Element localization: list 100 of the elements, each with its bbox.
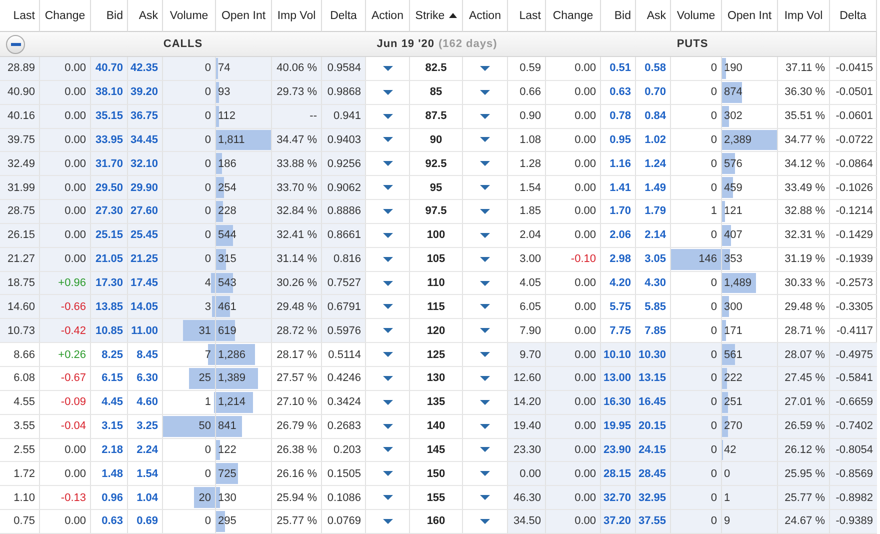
volume-value: 31 <box>198 324 211 337</box>
table-cell: 0.8661 <box>322 224 366 248</box>
open-interest-value: 302 <box>724 110 742 122</box>
volume-value: 0 <box>204 134 211 146</box>
column-header[interactable]: Change <box>546 0 601 32</box>
table-cell: 1.02 <box>636 128 671 152</box>
caret-icon[interactable] <box>382 66 392 71</box>
expiry-date[interactable]: Jun 19 '20 <box>376 38 434 50</box>
caret-icon[interactable] <box>480 376 490 381</box>
caret-icon[interactable] <box>382 518 392 524</box>
column-header[interactable]: Last <box>508 0 546 32</box>
table-cell: 32.95 <box>636 486 671 510</box>
table-cell: 29.48 % <box>272 295 322 320</box>
table-cell: 46.30 <box>508 486 546 510</box>
table-cell: 34.12 % <box>778 152 830 176</box>
caret-icon[interactable] <box>382 328 392 334</box>
caret-icon[interactable] <box>480 114 490 119</box>
caret-icon[interactable] <box>382 352 392 358</box>
caret-icon[interactable] <box>480 304 490 310</box>
table-cell: 31.14 % <box>272 248 322 272</box>
column-header[interactable]: Delta <box>830 0 877 32</box>
column-header[interactable]: Open Int <box>722 0 778 32</box>
strike-price: 85 <box>410 80 463 105</box>
caret-icon[interactable] <box>382 304 392 310</box>
open-interest-value: 2,389 <box>724 134 752 146</box>
caret-icon[interactable] <box>480 280 490 286</box>
caret-icon[interactable] <box>480 256 490 262</box>
caret-icon[interactable] <box>382 471 392 476</box>
column-header[interactable]: Volume <box>671 0 722 32</box>
caret-icon[interactable] <box>480 232 490 238</box>
column-header[interactable]: Bid <box>91 0 128 32</box>
table-cell: 4.20 <box>601 272 636 296</box>
column-header[interactable]: Ask <box>128 0 163 32</box>
table-cell: 31.19 % <box>778 248 830 272</box>
caret-icon[interactable] <box>480 137 490 142</box>
column-header[interactable]: Bid <box>601 0 636 32</box>
caret-icon[interactable] <box>382 376 392 381</box>
caret-icon[interactable] <box>480 424 490 429</box>
table-cell: 0.9584 <box>322 57 366 81</box>
collapse-button[interactable] <box>6 34 25 54</box>
table-cell: 28.07 % <box>778 343 830 367</box>
caret-icon[interactable] <box>382 90 392 95</box>
open-interest-value: 42 <box>724 444 736 456</box>
table-cell: 29.73 % <box>272 80 322 105</box>
table-cell: 0.00 <box>40 80 91 105</box>
caret-icon[interactable] <box>382 137 392 142</box>
caret-icon[interactable] <box>480 447 490 452</box>
table-cell: 0.816 <box>322 248 366 272</box>
column-header[interactable]: Delta <box>322 0 366 32</box>
table-cell: 39.20 <box>128 80 163 105</box>
table-cell: 25.94 % <box>272 486 322 510</box>
caret-icon[interactable] <box>382 495 392 500</box>
column-header[interactable]: Volume <box>163 0 216 32</box>
open-interest-value: 130 <box>218 492 236 504</box>
open-interest-value: 222 <box>724 372 742 384</box>
caret-icon[interactable] <box>382 400 392 405</box>
caret-icon[interactable] <box>382 232 392 238</box>
table-cell: 8.25 <box>91 343 128 367</box>
volume-value: 0 <box>710 229 717 242</box>
column-header[interactable]: Action <box>366 0 410 32</box>
caret-icon[interactable] <box>382 447 392 452</box>
table-cell: 40.70 <box>91 57 128 81</box>
table-cell: 0.9403 <box>322 128 366 152</box>
caret-icon[interactable] <box>480 495 490 500</box>
table-cell: -0.5841 <box>830 366 877 391</box>
caret-icon[interactable] <box>480 328 490 334</box>
table-cell: 0.5976 <box>322 319 366 344</box>
table-cell: 40.16 <box>0 104 40 129</box>
caret-icon[interactable] <box>480 66 490 71</box>
caret-icon[interactable] <box>382 424 392 429</box>
strike-price: 100 <box>410 224 463 248</box>
column-header[interactable]: Strike <box>415 10 445 22</box>
caret-icon[interactable] <box>480 185 490 190</box>
caret-icon[interactable] <box>382 161 392 166</box>
caret-icon[interactable] <box>382 280 392 286</box>
table-cell: 13.85 <box>91 295 128 320</box>
column-header[interactable]: Open Int <box>216 0 272 32</box>
caret-icon[interactable] <box>382 185 392 190</box>
caret-icon[interactable] <box>382 114 392 119</box>
column-header[interactable]: Action <box>463 0 508 32</box>
column-header[interactable]: Imp Vol <box>778 0 830 32</box>
caret-icon[interactable] <box>480 518 490 524</box>
table-cell: 25.15 <box>91 224 128 248</box>
column-header[interactable]: Ask <box>636 0 671 32</box>
column-header[interactable]: Last <box>0 0 40 32</box>
volume-value: 0 <box>710 158 717 170</box>
caret-icon[interactable] <box>480 352 490 358</box>
caret-icon[interactable] <box>480 471 490 476</box>
volume-value: 1 <box>710 205 717 218</box>
caret-icon[interactable] <box>480 90 490 95</box>
table-cell: 0.00 <box>546 200 601 224</box>
caret-icon[interactable] <box>480 208 490 214</box>
table-cell: 0.84 <box>636 104 671 129</box>
caret-icon[interactable] <box>480 400 490 405</box>
caret-icon[interactable] <box>382 208 392 214</box>
volume-value: 4 <box>204 277 211 290</box>
column-header[interactable]: Imp Vol <box>272 0 322 32</box>
caret-icon[interactable] <box>382 256 392 262</box>
column-header[interactable]: Change <box>40 0 91 32</box>
caret-icon[interactable] <box>480 161 490 166</box>
